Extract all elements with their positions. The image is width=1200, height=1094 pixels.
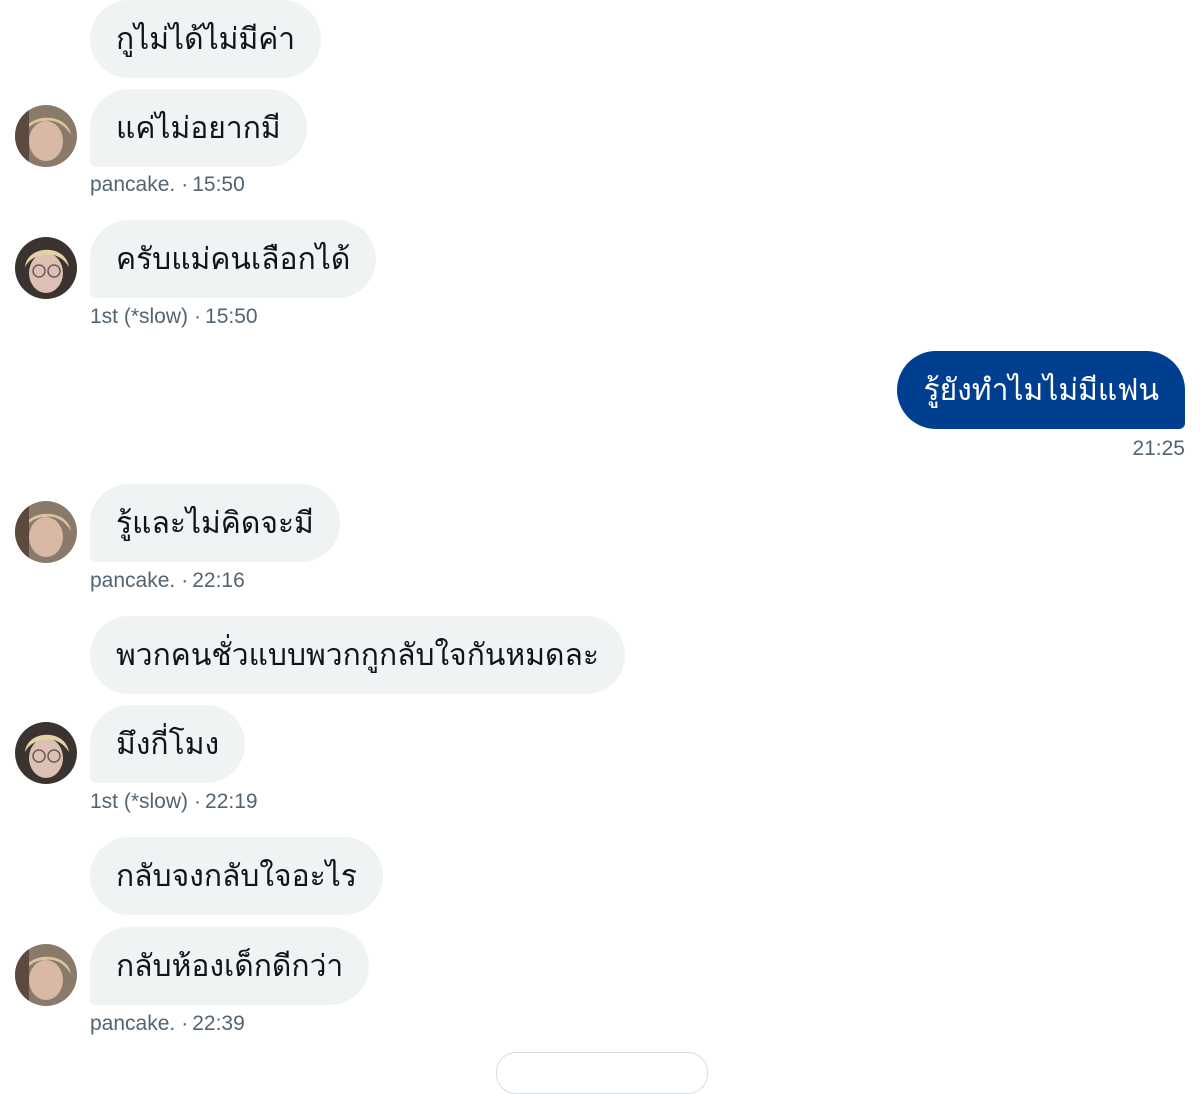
scroll-to-bottom-pill[interactable]: [496, 1052, 708, 1094]
message-text: กลับจงกลับใจอะไร: [116, 858, 357, 894]
message-time: 22:19: [205, 790, 258, 813]
meta-separator: ·: [194, 790, 202, 813]
message-text: ครับแม่คนเลือกได้: [116, 241, 351, 277]
avatar-pancake[interactable]: [15, 105, 77, 167]
avatar-photo-icon: [15, 501, 77, 563]
message-time: 15:50: [192, 173, 245, 196]
message-time: 21:25: [1132, 437, 1185, 460]
sender-name: pancake.: [90, 569, 176, 592]
message-meta: pancake. · 22:39: [90, 1012, 245, 1036]
message-meta: pancake. · 22:16: [90, 569, 245, 593]
message-bubble-incoming[interactable]: กลับจงกลับใจอะไร: [90, 837, 383, 915]
message-bubble-incoming[interactable]: มึงกี่โมง: [90, 705, 246, 783]
sender-name: 1st (*slow): [90, 790, 189, 813]
message-meta: 1st (*slow) · 15:50: [90, 305, 258, 329]
avatar-1st-slow[interactable]: [15, 237, 77, 299]
message-bubble-incoming[interactable]: แค่ไม่อยากมี: [90, 89, 307, 167]
message-bubble-incoming[interactable]: ครับแม่คนเลือกได้: [90, 220, 377, 298]
message-bubble-incoming[interactable]: กลับห้องเด็กดีกว่า: [90, 927, 370, 1005]
message-text: รู้และไม่คิดจะมี: [116, 505, 314, 541]
message-time: 15:50: [205, 305, 258, 328]
message-time: 22:39: [192, 1012, 245, 1035]
avatar-pancake[interactable]: [15, 501, 77, 563]
message-text: แค่ไม่อยากมี: [116, 110, 281, 146]
message-bubble-outgoing[interactable]: รู้ยังทำไมไม่มีแฟน: [897, 351, 1185, 429]
avatar-photo-icon: [15, 722, 77, 784]
message-meta: 1st (*slow) · 22:19: [90, 790, 258, 814]
avatar-pancake[interactable]: [15, 944, 77, 1006]
message-text: มึงกี่โมง: [116, 726, 220, 762]
avatar-photo-icon: [15, 944, 77, 1006]
message-text: กลับห้องเด็กดีกว่า: [116, 948, 344, 984]
sender-name: pancake.: [90, 173, 176, 196]
message-text: พวกคนชั่วแบบพวกกูกลับใจกันหมดละ: [116, 637, 599, 673]
sender-name: pancake.: [90, 1012, 176, 1035]
meta-separator: ·: [194, 305, 202, 328]
meta-separator: ·: [181, 569, 189, 592]
message-meta: pancake. · 15:50: [90, 173, 245, 197]
message-bubble-incoming[interactable]: รู้และไม่คิดจะมี: [90, 484, 340, 562]
message-bubble-incoming[interactable]: กูไม่ได้ไม่มีค่า: [90, 0, 322, 78]
message-time: 22:16: [192, 569, 245, 592]
avatar-1st-slow[interactable]: [15, 722, 77, 784]
message-text: รู้ยังทำไมไม่มีแฟน: [923, 372, 1159, 408]
avatar-photo-icon: [15, 237, 77, 299]
sender-name: 1st (*slow): [90, 305, 189, 328]
meta-separator: ·: [181, 1012, 189, 1035]
avatar-photo-icon: [15, 105, 77, 167]
meta-separator: ·: [181, 173, 189, 196]
message-bubble-incoming[interactable]: พวกคนชั่วแบบพวกกูกลับใจกันหมดละ: [90, 616, 625, 694]
message-text: กูไม่ได้ไม่มีค่า: [116, 21, 296, 57]
